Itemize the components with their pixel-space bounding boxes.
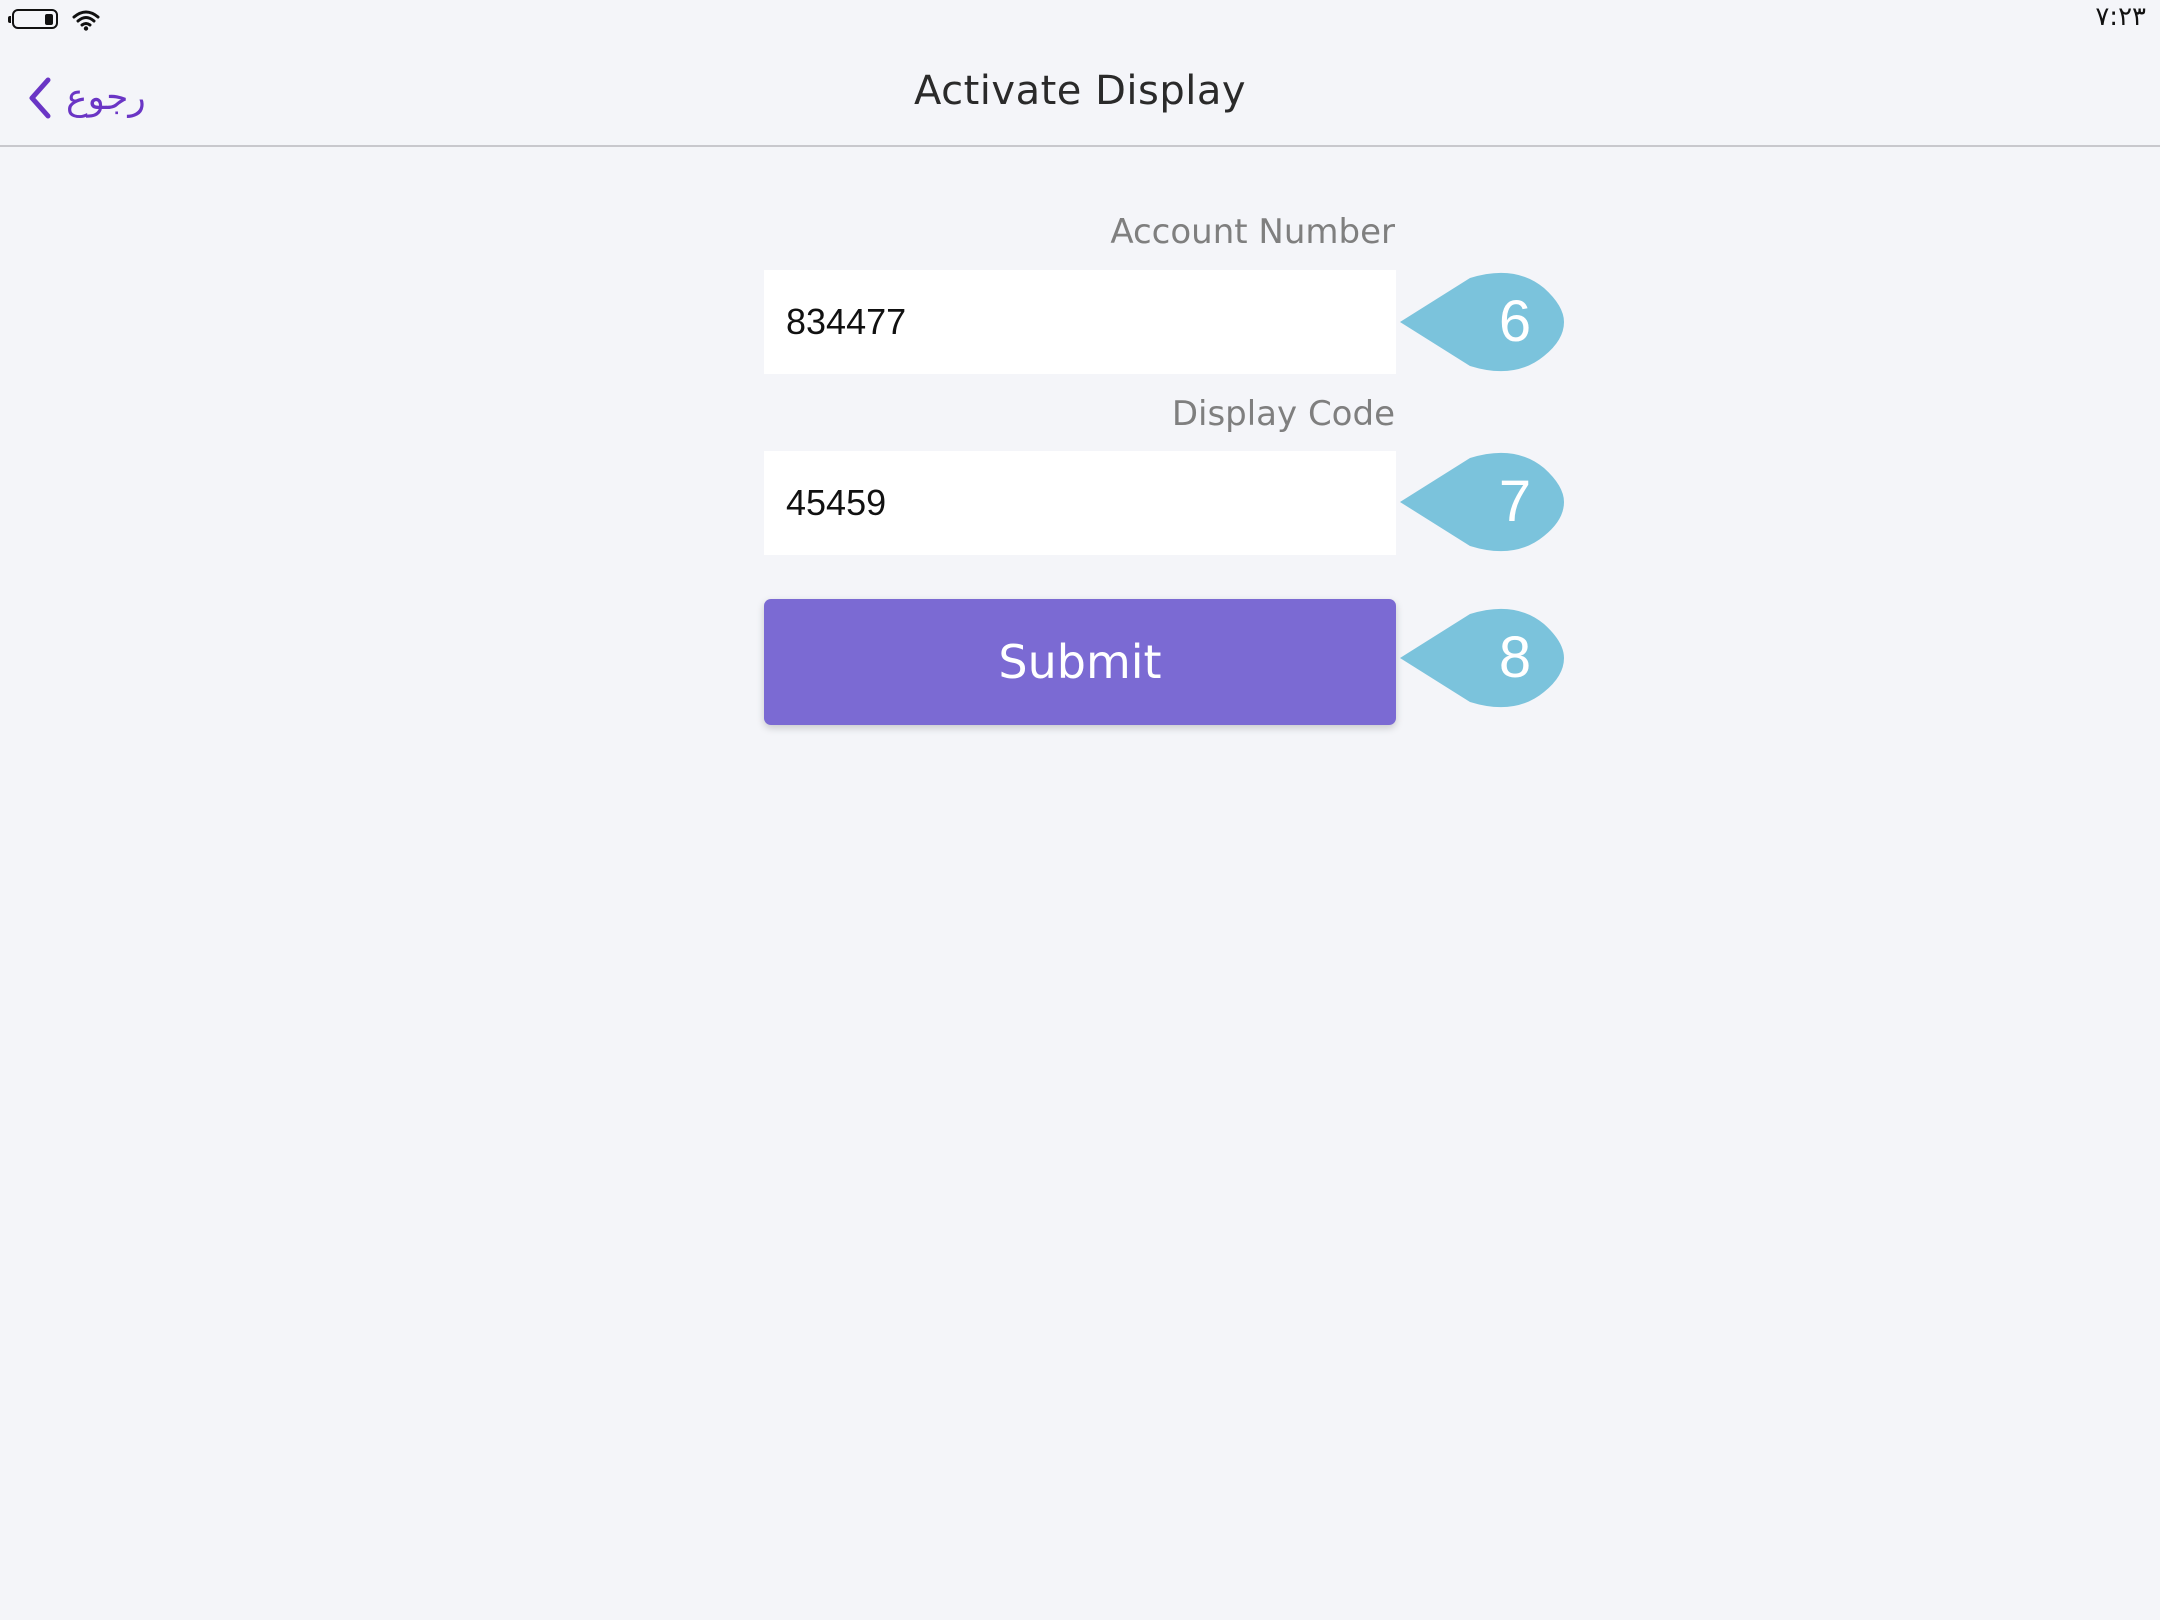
submit-button[interactable]: Submit <box>764 599 1396 725</box>
page-title: Activate Display <box>913 68 1247 114</box>
display-code-field[interactable] <box>764 451 1396 555</box>
callout-marker-display-code: 7 <box>1398 450 1564 554</box>
callout-marker-submit: 8 <box>1398 606 1564 710</box>
account-number-label: Account Number <box>1110 212 1395 252</box>
callout-number: 7 <box>1498 469 1532 534</box>
battery-icon <box>8 9 58 29</box>
wifi-icon <box>72 10 100 31</box>
callout-number: 8 <box>1498 625 1532 690</box>
status-bar: ٧:٢٣ <box>0 0 2160 40</box>
callout-number: 6 <box>1498 289 1532 354</box>
callout-marker-account: 6 <box>1398 270 1564 374</box>
status-time: ٧:٢٣ <box>2095 2 2146 32</box>
navigation-bar: رجوع Activate Display <box>0 40 2160 147</box>
battery-level <box>45 14 53 25</box>
display-code-label: Display Code <box>1171 394 1395 434</box>
account-number-field[interactable] <box>764 270 1396 374</box>
